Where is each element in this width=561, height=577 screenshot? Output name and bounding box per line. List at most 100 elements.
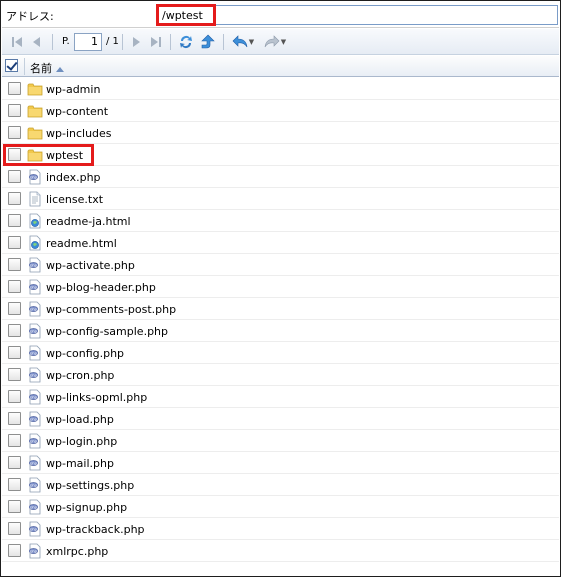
php-file-icon: php (27, 345, 43, 361)
row-checkbox[interactable] (8, 412, 21, 425)
file-name[interactable]: wp-trackback.php (46, 523, 145, 536)
select-all-checkbox[interactable] (5, 59, 18, 72)
file-name[interactable]: wp-comments-post.php (46, 303, 176, 316)
list-item[interactable]: php wp-blog-header.php (2, 276, 559, 298)
file-name[interactable]: xmlrpc.php (46, 545, 108, 558)
svg-text:php: php (30, 373, 38, 377)
list-item[interactable]: php index.php (2, 166, 559, 188)
forward-dropdown-button[interactable]: ▼ (262, 33, 288, 51)
row-checkbox[interactable] (8, 104, 21, 117)
name-column-header[interactable]: 名前 (30, 60, 64, 76)
address-input[interactable]: /wptest (156, 5, 558, 25)
page-prefix: P. (62, 36, 70, 47)
file-name[interactable]: readme.html (46, 237, 117, 250)
php-file-icon: php (27, 411, 43, 427)
row-checkbox[interactable] (8, 434, 21, 447)
toolbar: P. 1 / 1 ▼ ▼ (2, 29, 559, 55)
file-name[interactable]: wp-signup.php (46, 501, 127, 514)
address-highlight-box (156, 4, 216, 26)
php-file-icon: php (27, 367, 43, 383)
row-checkbox[interactable] (8, 214, 21, 227)
last-page-button[interactable] (147, 33, 165, 51)
row-checkbox[interactable] (8, 500, 21, 513)
row-checkbox[interactable] (8, 192, 21, 205)
back-arrow-icon (232, 35, 248, 48)
file-name[interactable]: wp-includes (46, 127, 112, 140)
refresh-button[interactable] (177, 33, 195, 51)
file-name[interactable]: wp-config-sample.php (46, 325, 168, 338)
list-item[interactable]: php wp-mail.php (2, 452, 559, 474)
sort-ascending-icon (56, 66, 64, 72)
list-item[interactable]: readme-ja.html (2, 210, 559, 232)
row-checkbox[interactable] (8, 280, 21, 293)
file-name[interactable]: wp-content (46, 105, 108, 118)
list-item[interactable]: php wp-signup.php (2, 496, 559, 518)
file-name[interactable]: readme-ja.html (46, 215, 131, 228)
file-name[interactable]: wp-config.php (46, 347, 124, 360)
list-item[interactable]: php wp-comments-post.php (2, 298, 559, 320)
prev-page-button[interactable] (28, 33, 46, 51)
list-item[interactable]: php wp-links-opml.php (2, 386, 559, 408)
php-file-icon: php (27, 433, 43, 449)
list-item[interactable]: php wp-cron.php (2, 364, 559, 386)
row-checkbox[interactable] (8, 324, 21, 337)
file-name[interactable]: wp-links-opml.php (46, 391, 147, 404)
list-item[interactable]: php wp-settings.php (2, 474, 559, 496)
list-item[interactable]: php wp-activate.php (2, 254, 559, 276)
php-file-icon: php (27, 257, 43, 273)
row-checkbox[interactable] (8, 346, 21, 359)
file-name[interactable]: wp-blog-header.php (46, 281, 156, 294)
file-name[interactable]: wp-settings.php (46, 479, 134, 492)
back-dropdown-button[interactable]: ▼ (230, 33, 256, 51)
list-item[interactable]: wp-content (2, 100, 559, 122)
refresh-icon (180, 36, 192, 49)
file-name[interactable]: license.txt (46, 193, 103, 206)
html-file-icon (27, 213, 43, 229)
svg-text:php: php (30, 461, 38, 465)
list-item[interactable]: wp-includes (2, 122, 559, 144)
up-arrow-icon (201, 34, 215, 49)
file-name[interactable]: index.php (46, 171, 101, 184)
row-checkbox[interactable] (8, 236, 21, 249)
list-item[interactable]: readme.html (2, 232, 559, 254)
list-item[interactable]: php wp-config.php (2, 342, 559, 364)
first-page-button[interactable] (8, 33, 26, 51)
html-file-icon (27, 235, 43, 251)
row-checkbox[interactable] (8, 522, 21, 535)
file-manager-window: アドレス: /wptest P. 1 / 1 ▼ ▼ 名前 wp-admin w… (0, 0, 561, 577)
row-checkbox[interactable] (8, 258, 21, 271)
list-item[interactable]: php wp-load.php (2, 408, 559, 430)
row-checkbox[interactable] (8, 170, 21, 183)
address-bar: アドレス: /wptest (2, 2, 559, 28)
up-folder-button[interactable] (199, 33, 217, 51)
list-item[interactable]: license.txt (2, 188, 559, 210)
list-item[interactable]: wp-admin (2, 78, 559, 100)
file-name[interactable]: wp-admin (46, 83, 100, 96)
row-checkbox[interactable] (8, 478, 21, 491)
file-name[interactable]: wp-load.php (46, 413, 114, 426)
next-page-button[interactable] (127, 33, 145, 51)
list-item[interactable]: php wp-config-sample.php (2, 320, 559, 342)
file-name[interactable]: wp-mail.php (46, 457, 114, 470)
row-checkbox[interactable] (8, 126, 21, 139)
list-item[interactable]: php wp-login.php (2, 430, 559, 452)
list-item[interactable]: php wp-trackback.php (2, 518, 559, 540)
row-checkbox[interactable] (8, 82, 21, 95)
last-page-icon (151, 37, 161, 47)
file-name[interactable]: wp-cron.php (46, 369, 114, 382)
svg-text:php: php (30, 395, 38, 399)
row-checkbox[interactable] (8, 456, 21, 469)
list-item[interactable]: php xmlrpc.php (2, 540, 559, 562)
row-checkbox[interactable] (8, 544, 21, 557)
svg-text:php: php (30, 351, 38, 355)
row-checkbox[interactable] (8, 390, 21, 403)
forward-arrow-icon (264, 35, 280, 48)
file-name[interactable]: wp-activate.php (46, 259, 135, 272)
name-column-label: 名前 (30, 62, 52, 75)
row-checkbox[interactable] (8, 302, 21, 315)
file-name[interactable]: wp-login.php (46, 435, 117, 448)
toolbar-separator (223, 34, 224, 50)
row-checkbox[interactable] (8, 368, 21, 381)
svg-text:php: php (30, 549, 38, 553)
page-number-input[interactable]: 1 (74, 33, 102, 51)
